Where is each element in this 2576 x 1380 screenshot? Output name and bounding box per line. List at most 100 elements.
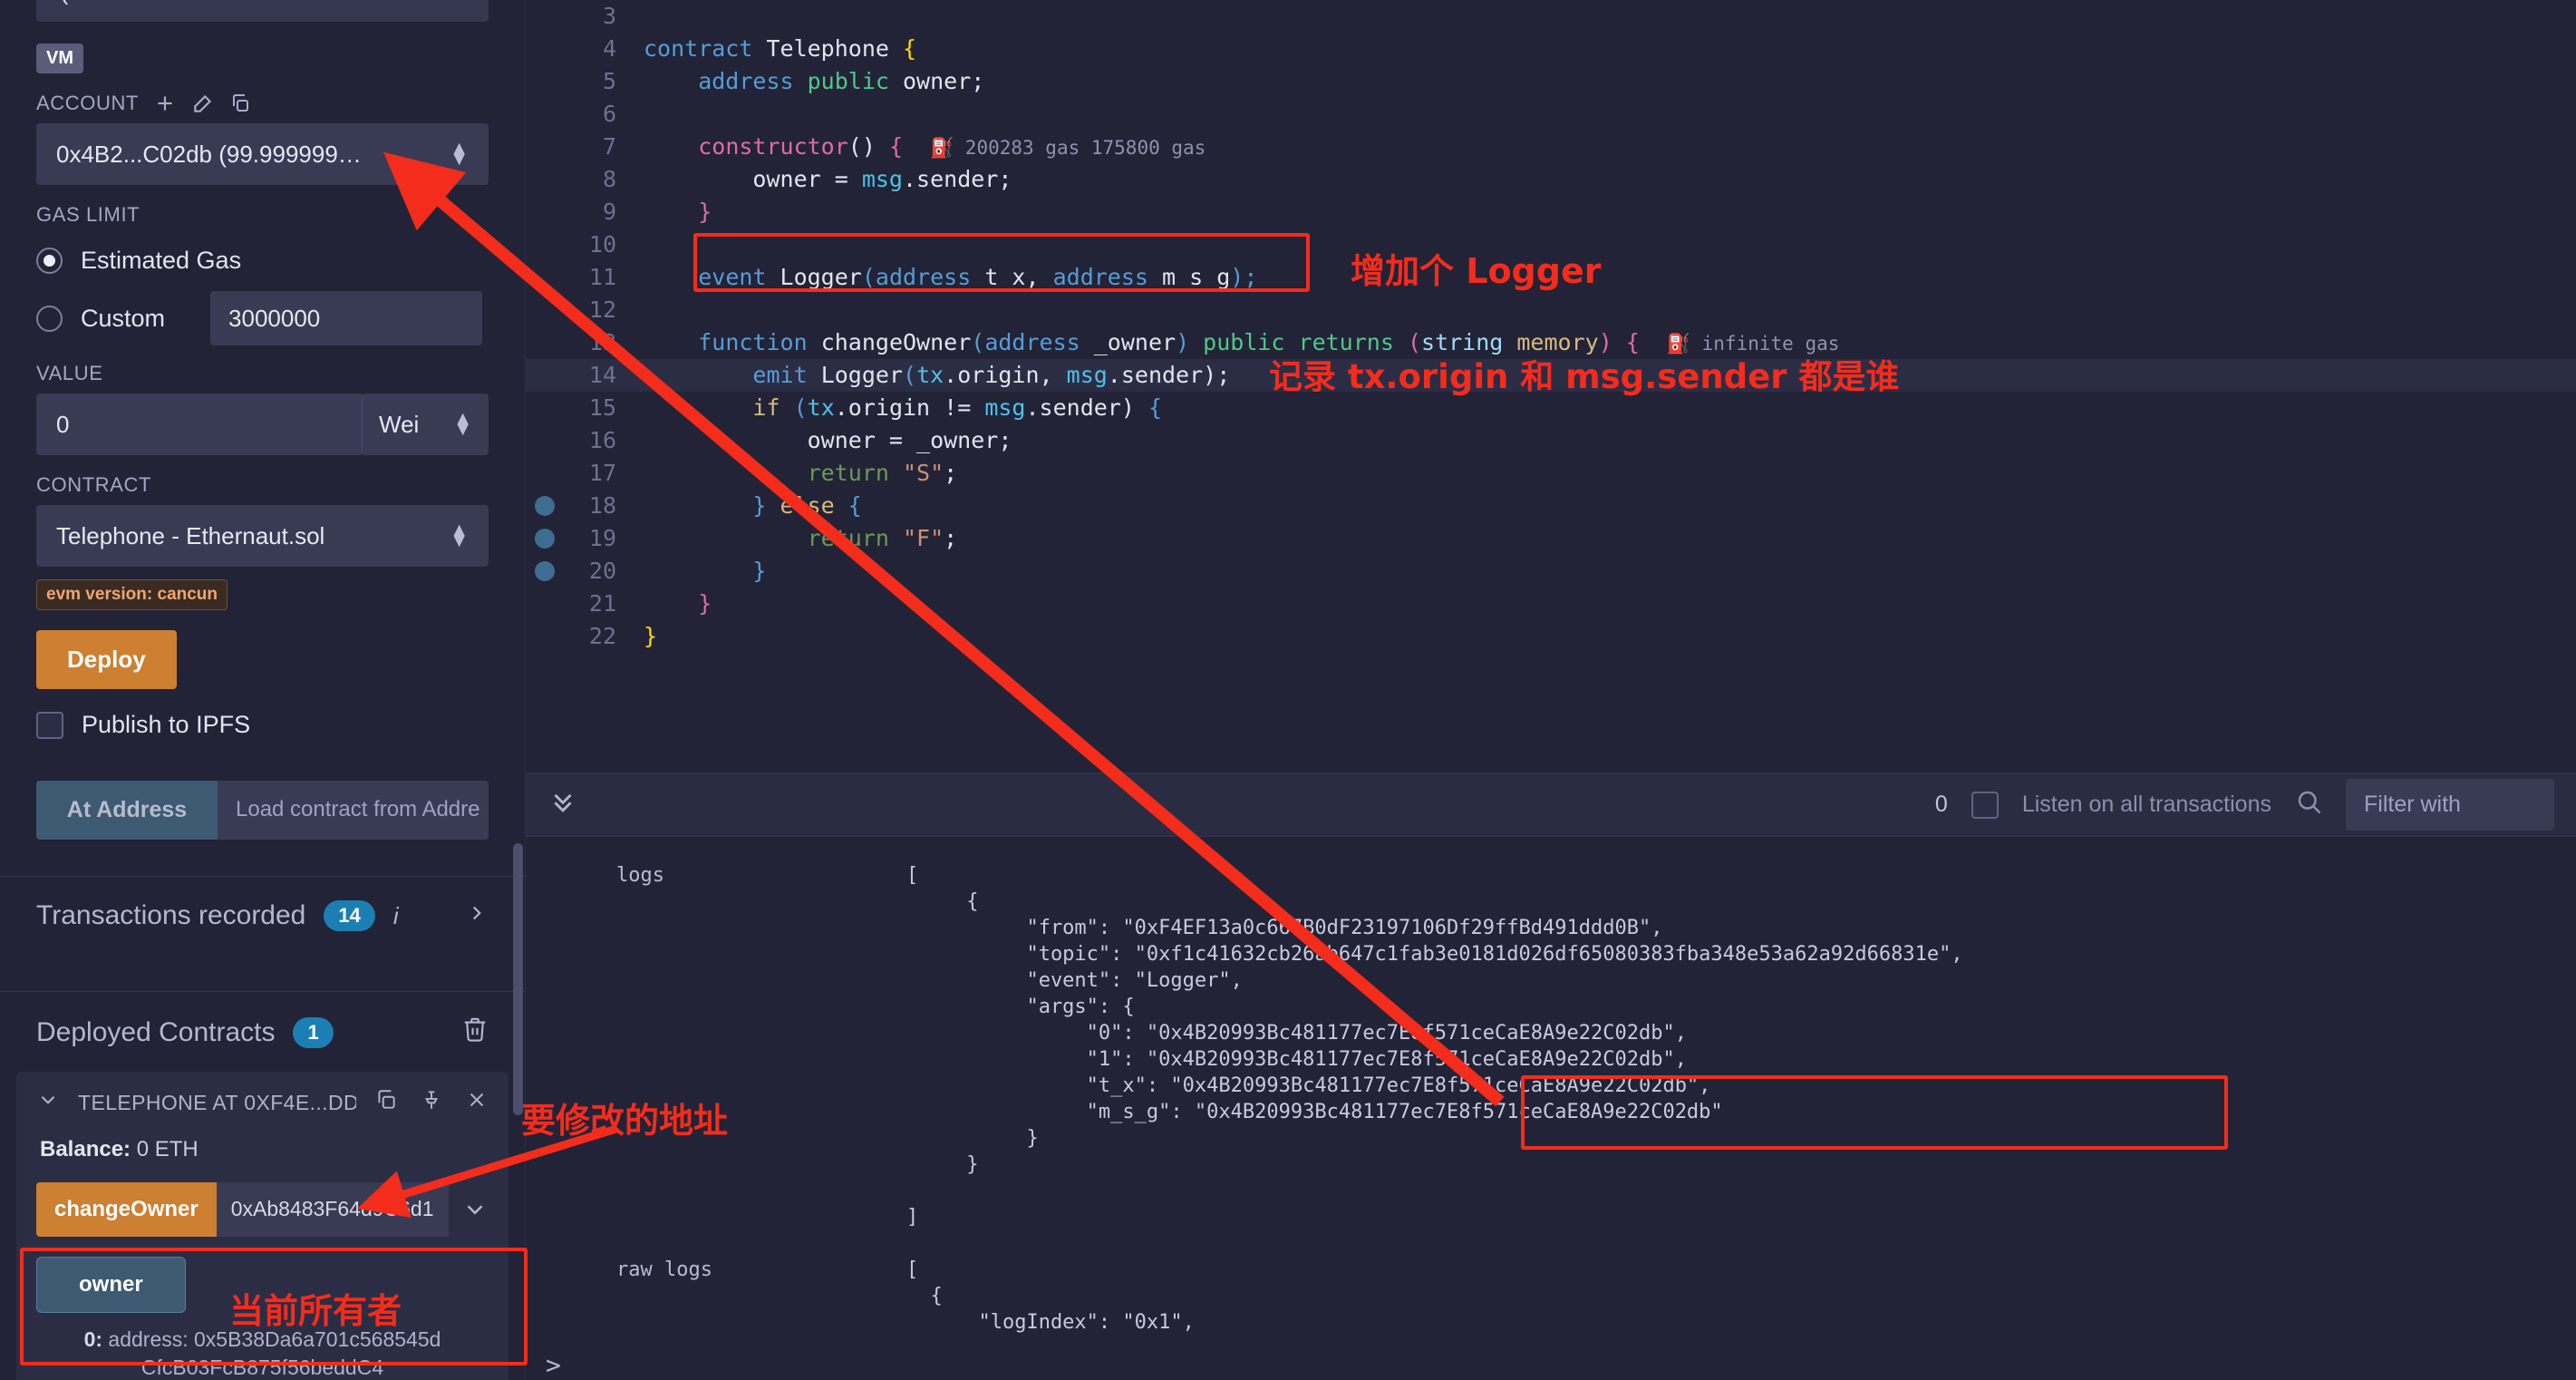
custom-gas-input[interactable]: 3000000	[210, 291, 483, 345]
close-icon[interactable]	[465, 1088, 489, 1117]
breakpoint-dot[interactable]	[535, 496, 555, 516]
listen-all-transactions-checkbox[interactable]	[1971, 791, 1999, 819]
edit-icon[interactable]	[191, 92, 215, 115]
code-line[interactable]: 4 contract Telephone {	[526, 33, 2576, 65]
chevron-right-icon[interactable]	[465, 901, 489, 931]
code-text: return "S";	[807, 460, 958, 486]
double-chevron-down-icon[interactable]	[547, 786, 578, 824]
terminal-line-value: "event": "Logger",	[906, 969, 1243, 992]
custom-gas-option[interactable]: Custom 3000000	[36, 291, 489, 345]
code-line[interactable]: 3	[526, 0, 2576, 33]
code-line[interactable]: 12	[526, 294, 2576, 326]
terminal-line: }	[526, 1125, 2576, 1152]
code-text: emit Logger(tx.origin, msg.sender);	[752, 362, 1231, 388]
at-address-input[interactable]: Load contract from Addre	[218, 781, 489, 840]
terminal-line-key	[526, 1046, 906, 1073]
contract-card-header[interactable]: TELEPHONE AT 0XF4E...DD	[36, 1088, 489, 1117]
account-label: ACCOUNT	[36, 92, 139, 114]
code-line[interactable]: 19 return "F";	[526, 522, 2576, 555]
terminal-line: "logIndex": "0x1",	[526, 1309, 2576, 1336]
code-line[interactable]: 5 address public owner;	[526, 65, 2576, 98]
trash-icon[interactable]	[461, 1016, 489, 1050]
at-address-button[interactable]: At Address	[36, 781, 218, 840]
deployed-contracts-label: Deployed Contracts	[36, 1017, 276, 1047]
terminal-line-value: "0": "0x4B20993Bc481177ec7E8f571ceCaE8A9…	[906, 1022, 1687, 1045]
sidebar-scrollbar-track[interactable]	[512, 0, 525, 1380]
code-text: }	[644, 558, 767, 584]
terminal-line-value: [	[906, 864, 919, 887]
contract-select[interactable]: Telephone - Ethernaut.sol ▲ ▼	[36, 505, 489, 567]
transactions-recorded-label: Transactions recorded	[36, 900, 306, 930]
terminal-line: {	[526, 889, 2576, 915]
account-value: 0x4B2...C02db (99.999999…	[56, 140, 362, 168]
publish-ipfs-row[interactable]: Publish to IPFS	[36, 711, 525, 739]
publish-ipfs-checkbox[interactable]	[36, 711, 63, 739]
terminal-line: "from": "0xF4EF13a0c667B0dF23197106Df29f…	[526, 915, 2576, 941]
change-owner-input[interactable]: 0xAb8483F64d9C6d1	[216, 1182, 449, 1237]
code-line[interactable]: 7 constructor() {⛽ 200283 gas 175800 gas	[526, 131, 2576, 163]
deployed-contracts-header: Deployed Contracts 1	[0, 992, 525, 1066]
terminal-line-value: "t_x": "0x4B20993Bc481177ec7E8f571ceCaE8…	[906, 1074, 1711, 1097]
evm-version-badge: evm version: cancun	[36, 579, 228, 610]
code-text: owner = msg.sender;	[644, 166, 1012, 192]
plus-icon[interactable]	[153, 92, 177, 115]
change-owner-button[interactable]: changeOwner	[36, 1182, 217, 1237]
terminal-line-value: "m_s_g": "0x4B20993Bc481177ec7E8f571ceCa…	[906, 1101, 1723, 1123]
terminal-line-key	[526, 1204, 906, 1230]
code-line[interactable]: 9 }	[526, 196, 2576, 228]
copy-icon[interactable]	[229, 92, 251, 114]
account-select[interactable]: 0x4B2...C02db (99.999999… ▲ ▼	[36, 123, 489, 185]
code-line[interactable]: 17 return "S";	[526, 457, 2576, 490]
terminal-line-key	[526, 1020, 906, 1046]
sidebar-scrollbar-thumb[interactable]	[513, 843, 523, 1115]
value-unit-select[interactable]: Wei ▲ ▼	[362, 394, 489, 455]
terminal-line-value: "topic": "0xf1c41632cb26ab647c1fab3e0181…	[906, 943, 1963, 966]
terminal-line: raw logs [	[526, 1257, 2576, 1283]
breakpoint-dot[interactable]	[535, 561, 555, 581]
transactions-recorded-row[interactable]: Transactions recorded 14 i	[0, 877, 525, 955]
code-text: event Logger(address t_x, address m_s_g)…	[698, 264, 1258, 290]
chevron-down-icon[interactable]	[449, 1182, 489, 1237]
terminal-line-value: "logIndex": "0x1",	[906, 1311, 1195, 1334]
code-line[interactable]: 21 }	[526, 588, 2576, 620]
copy-icon[interactable]	[374, 1088, 398, 1117]
custom-gas-label: Custom	[81, 304, 166, 332]
search-icon[interactable]	[2295, 788, 2322, 821]
code-line[interactable]: 8 owner = msg.sender;	[526, 163, 2576, 196]
code-line[interactable]: 6	[526, 98, 2576, 131]
estimated-gas-option[interactable]: Estimated Gas	[36, 235, 489, 286]
terminal-prompt[interactable]: >	[526, 1336, 2576, 1380]
breakpoint-dot[interactable]	[535, 529, 555, 549]
code-line[interactable]: 18 } else {	[526, 490, 2576, 522]
code-line[interactable]: 22}	[526, 620, 2576, 653]
value-row: 0 Wei ▲ ▼	[36, 394, 489, 455]
terminal-line-key: logs	[616, 864, 664, 887]
filter-input[interactable]: Filter with	[2346, 779, 2554, 831]
env-select-cropped[interactable]: (	[36, 0, 489, 22]
terminal-line-key	[526, 967, 906, 994]
code-text: }	[644, 590, 712, 617]
estimated-gas-radio[interactable]	[36, 247, 63, 274]
owner-result: 0: address: 0x5B38Da6a701c568545d CfcB03…	[36, 1326, 489, 1380]
terminal-line-value: "from": "0xF4EF13a0c667B0dF23197106Df29f…	[906, 917, 1663, 939]
contract-label: CONTRACT	[36, 473, 152, 496]
custom-gas-radio[interactable]	[36, 305, 63, 332]
owner-button[interactable]: owner	[36, 1257, 186, 1313]
chevron-down-icon[interactable]	[36, 1088, 60, 1117]
terminal-line-key	[526, 1230, 906, 1257]
info-icon[interactable]: i	[393, 902, 399, 930]
terminal-line-value: [	[906, 1259, 919, 1281]
balance-row: Balance: 0 ETH	[40, 1137, 489, 1162]
code-line[interactable]: 20 }	[526, 555, 2576, 588]
line-number: 12	[588, 296, 616, 323]
deploy-button[interactable]: Deploy	[36, 630, 177, 689]
code-line[interactable]: 16 owner = _owner;	[526, 424, 2576, 457]
terminal-line-value: ]	[906, 1206, 919, 1229]
pin-icon[interactable]	[420, 1088, 443, 1117]
terminal-line-key	[526, 1283, 906, 1309]
line-number: 13	[588, 329, 616, 355]
line-number: 17	[588, 460, 616, 486]
balance-value: 0 ETH	[136, 1137, 199, 1161]
value-input[interactable]: 0	[36, 394, 362, 455]
listen-all-transactions-label: Listen on all transactions	[2021, 792, 2271, 817]
